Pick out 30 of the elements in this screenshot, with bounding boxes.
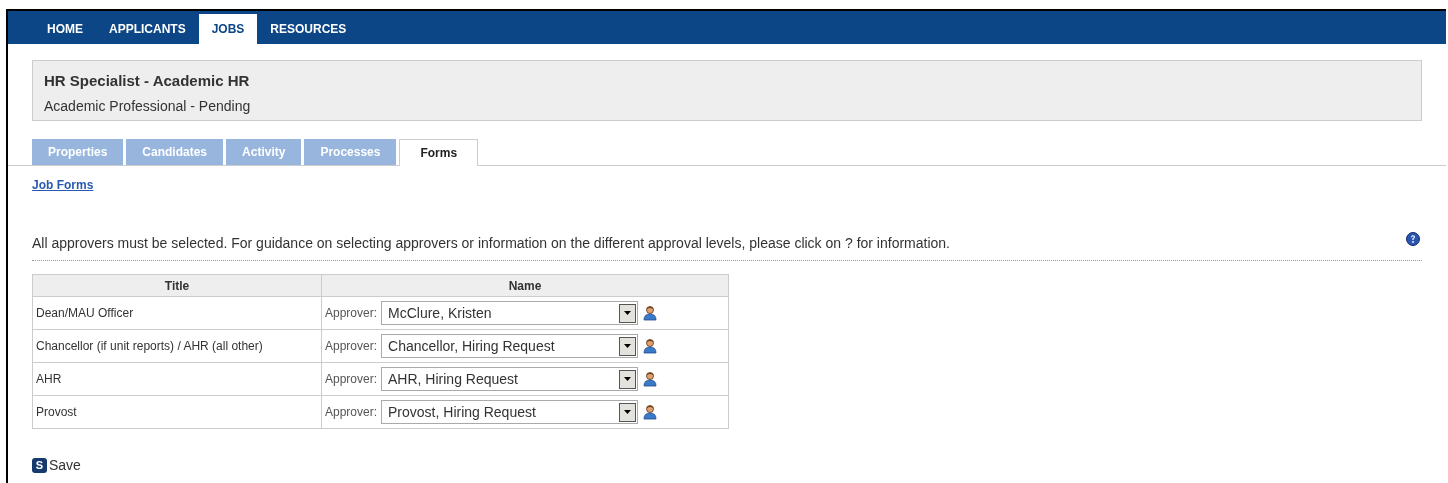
approver-label: Approver:: [325, 338, 378, 355]
help-icon[interactable]: [1406, 232, 1420, 246]
person-icon[interactable]: [642, 404, 659, 420]
approver-label: Approver:: [325, 404, 378, 421]
nav-tab[interactable]: RESOURCES: [257, 14, 360, 44]
approver-dropdown[interactable]: Chancellor, Hiring Request: [381, 334, 639, 358]
job-status: Academic Professional - Pending: [44, 96, 252, 116]
instructions-text: All approvers must be selected. For guidance on selecting approvers or information on the different approval levels, please click on ? for information.: [32, 234, 950, 253]
table-cell: Provost: [32, 395, 322, 429]
column-header: Title: [32, 274, 322, 297]
save-button[interactable]: S Save: [32, 455, 81, 476]
approver-label: Approver:: [325, 371, 378, 388]
person-icon[interactable]: [642, 305, 659, 321]
approver-dropdown[interactable]: Provost, Hiring Request: [381, 400, 639, 424]
nav-tab[interactable]: HOME: [34, 14, 96, 44]
person-icon[interactable]: [642, 371, 659, 387]
nav-tab[interactable]: JOBS: [198, 14, 258, 44]
job-forms-link[interactable]: Job Forms: [32, 176, 94, 194]
person-icon[interactable]: [642, 338, 659, 354]
approver-dropdown[interactable]: McClure, Kristen: [381, 301, 639, 325]
shortcut-key: S: [32, 458, 47, 473]
nav-tab[interactable]: APPLICANTS: [96, 14, 199, 44]
approver-label: Approver:: [325, 305, 378, 322]
column-header: Name: [321, 274, 729, 297]
table-cell: Dean/MAU Officer: [32, 296, 322, 330]
table-cell: AHR: [32, 362, 322, 396]
tab[interactable]: Forms: [399, 139, 479, 166]
job-title: HR Specialist - Academic HR: [44, 71, 251, 91]
table-cell: Chancellor (if unit reports) / AHR (all other): [32, 329, 322, 363]
approver-dropdown[interactable]: AHR, Hiring Request: [381, 367, 639, 391]
